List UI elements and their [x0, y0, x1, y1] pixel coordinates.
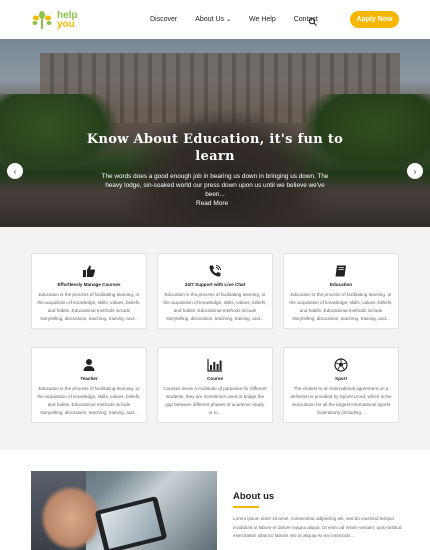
nav-item-label: We Help [249, 16, 276, 23]
feature-card[interactable]: 24/7 Support with Live Chat Education is… [157, 253, 273, 329]
about-title: About us [233, 491, 275, 502]
phone-icon [158, 264, 272, 278]
book-icon [284, 264, 398, 278]
about-image [31, 471, 217, 550]
apply-now-button[interactable]: Apply Now [350, 11, 399, 28]
feature-card-text: Education is the process of facilitating… [289, 292, 393, 321]
nav-item-label: About Us [195, 16, 225, 23]
logo-word-2: you [57, 19, 75, 30]
about-image-tablet [94, 495, 168, 550]
chevron-right-icon[interactable]: › [407, 163, 423, 179]
about-image-screen [100, 501, 162, 549]
feature-card-title: Sport [335, 376, 347, 381]
feature-card-title: 24/7 Support with Live Chat [184, 282, 246, 287]
about-text: Lorem ipsum dolor sit amet, consectetur … [233, 516, 402, 538]
feature-card-text: The closest to an international agreemen… [290, 386, 392, 415]
hero-slider: Know About Education, it's fun to learn … [0, 39, 430, 227]
feature-card-text: Education is the process of facilitating… [163, 292, 267, 321]
feature-card[interactable]: Course Courses serve a multitude of purp… [157, 347, 273, 423]
feature-card-text: Education is the process of facilitating… [37, 292, 141, 321]
read-more-link[interactable]: Read More [196, 200, 228, 207]
chevron-down-icon: ⌄ [225, 17, 232, 23]
site-logo[interactable]: help you [31, 10, 78, 30]
feature-card[interactable]: Education Education is the process of fa… [283, 253, 399, 329]
feature-card-title: Course [207, 376, 223, 381]
bar-chart-icon [158, 358, 272, 372]
feature-card[interactable]: Sport The closest to an international ag… [283, 347, 399, 423]
thumbs-up-icon [32, 264, 146, 278]
logo-wordmark: help you [57, 11, 78, 30]
feature-card[interactable]: Effortlessly Manage Courses Education is… [31, 253, 147, 329]
user-icon [32, 358, 146, 372]
feature-card-title: Effortlessly Manage Courses [57, 282, 121, 287]
site-header: help you Discover About Us ⌄ We Help Con… [0, 0, 430, 39]
about-image-hand [41, 486, 101, 550]
hero-title: Know About Education, it's fun to learn [86, 132, 344, 164]
feature-card[interactable]: Teacher Education is the process of faci… [31, 347, 147, 423]
nav-item-we-help[interactable]: We Help [249, 16, 276, 23]
tree-logo-icon [31, 10, 53, 30]
search-icon[interactable] [308, 14, 318, 26]
feature-card-title: Education [329, 282, 353, 287]
feature-card-title: Teacher [80, 376, 98, 381]
about-title-underline [233, 506, 259, 508]
nav-item-about-us[interactable]: About Us ⌄ [195, 16, 231, 23]
nav-item-label: Discover [150, 16, 178, 23]
feature-card-text: Courses serve a multitude of purposes fo… [163, 386, 267, 415]
feature-card-text: Education is the process of facilitating… [37, 386, 141, 415]
hero-text: The words does a good enough job in bear… [101, 173, 329, 198]
feature-cards: Effortlessly Manage Courses Education is… [31, 253, 400, 423]
chevron-left-icon[interactable]: ‹ [7, 163, 23, 179]
nav-item-discover[interactable]: Discover [150, 16, 177, 23]
soccer-ball-icon [284, 358, 398, 372]
